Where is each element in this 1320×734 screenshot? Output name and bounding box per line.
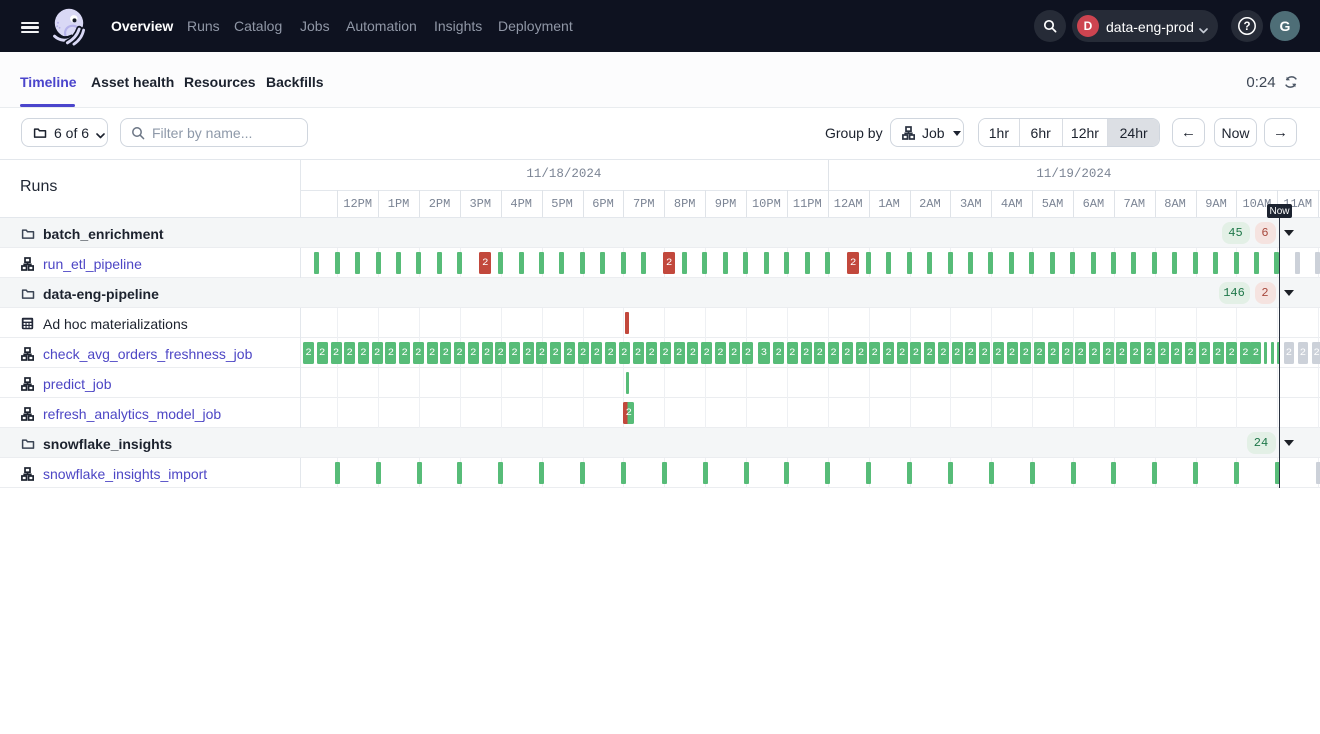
svg-text:?: ? — [1243, 21, 1250, 33]
